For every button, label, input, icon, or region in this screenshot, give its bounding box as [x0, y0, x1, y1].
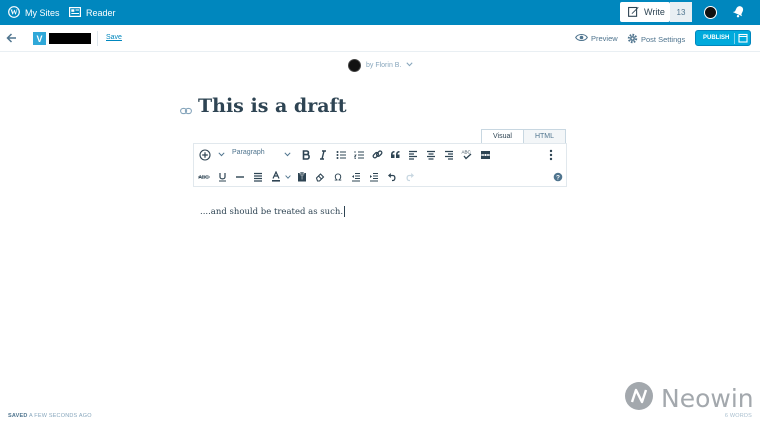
chevron-down-icon	[406, 62, 414, 69]
gear-icon	[627, 33, 638, 46]
reader-label: Reader	[86, 7, 116, 18]
write-label: Write	[644, 7, 665, 17]
svg-text:Ω: Ω	[334, 172, 341, 182]
publish-label: PUBLISH	[703, 35, 730, 41]
undo-icon[interactable]	[384, 169, 400, 184]
post-author-selector[interactable]: by Florin B.	[348, 59, 414, 72]
publish-button[interactable]: PUBLISH	[695, 30, 751, 46]
strikethrough-icon[interactable]: ABC	[196, 169, 212, 184]
underline-icon[interactable]	[214, 169, 230, 184]
preview-button[interactable]: Preview	[575, 33, 618, 44]
special-character-icon[interactable]: Ω	[330, 169, 346, 184]
post-content[interactable]: ....and should be treated as such.	[200, 206, 346, 217]
align-right-icon[interactable]	[441, 147, 457, 162]
my-sites-label: My Sites	[25, 7, 60, 18]
svg-text:ABC: ABC	[199, 175, 210, 181]
masterbar: W My Sites Reader Write 13	[0, 0, 760, 25]
site-name-redacted	[49, 33, 91, 44]
more-vertical-icon[interactable]	[543, 147, 559, 162]
saved-time: A FEW SECONDS AGO	[28, 413, 92, 419]
outdent-icon[interactable]	[348, 169, 364, 184]
svg-text:ABC: ABC	[462, 150, 472, 155]
neowin-wordmark: Neowin	[661, 384, 754, 413]
save-link[interactable]: Save	[106, 34, 122, 41]
pencil-icon	[628, 6, 639, 19]
eye-icon	[575, 33, 588, 44]
neowin-logo-icon	[624, 381, 654, 416]
justify-icon[interactable]	[250, 169, 266, 184]
italic-icon[interactable]	[315, 147, 331, 162]
calendar-icon[interactable]	[738, 33, 748, 45]
post-settings-label: Post Settings	[641, 35, 686, 44]
tab-html[interactable]: HTML	[523, 129, 566, 144]
post-body-text: ....and should be treated as such.	[200, 207, 344, 217]
text-cursor	[344, 206, 346, 217]
bullet-list-icon[interactable]	[333, 147, 349, 162]
divider	[97, 31, 98, 46]
back-arrow-icon[interactable]	[6, 31, 18, 50]
clear-formatting-icon[interactable]	[312, 169, 328, 184]
write-button[interactable]: Write	[620, 2, 670, 22]
author-label: by Florin B.	[366, 62, 402, 69]
add-media-icon[interactable]	[197, 147, 213, 162]
neowin-watermark: Neowin	[624, 381, 754, 416]
permalink-icon[interactable]	[180, 102, 192, 120]
toolbar-row-2: ABC T Ω ?	[194, 166, 568, 187]
tab-visual[interactable]: Visual	[481, 129, 524, 144]
svg-text:T: T	[300, 176, 303, 182]
post-settings-button[interactable]: Post Settings	[627, 33, 685, 46]
paste-as-text-icon[interactable]: T	[294, 169, 310, 184]
post-title[interactable]: This is a draft	[198, 95, 347, 117]
drafts-count-badge[interactable]: 13	[670, 2, 692, 22]
preview-label: Preview	[591, 34, 618, 43]
spellcheck-icon[interactable]: ABC	[459, 147, 475, 162]
redo-icon[interactable]	[402, 169, 418, 184]
svg-text:?: ?	[556, 174, 560, 181]
site-icon[interactable]: V	[33, 32, 46, 45]
align-center-icon[interactable]	[423, 147, 439, 162]
my-sites-link[interactable]: W My Sites	[8, 0, 60, 25]
reader-icon	[69, 6, 82, 19]
indent-icon[interactable]	[366, 169, 382, 184]
toolbar-row-1: Paragraph ABC	[194, 144, 568, 165]
wordpress-icon: W	[8, 5, 20, 20]
blockquote-icon[interactable]	[387, 147, 403, 162]
horizontal-line-icon[interactable]	[232, 169, 248, 184]
read-more-icon[interactable]	[477, 147, 493, 162]
svg-text:W: W	[10, 7, 18, 16]
link-icon[interactable]	[369, 147, 385, 162]
publish-separator	[734, 33, 735, 44]
saved-label: SAVED	[8, 413, 28, 419]
bold-icon[interactable]	[298, 147, 314, 162]
format-select-chevron-icon[interactable]	[279, 147, 295, 162]
chevron-down-icon[interactable]	[213, 147, 229, 162]
notifications-bell-icon[interactable]	[732, 5, 745, 20]
reader-link[interactable]: Reader	[69, 0, 116, 25]
numbered-list-icon[interactable]	[351, 147, 367, 162]
editor-toolbar: V Save Preview Post Settings PUBLISH	[0, 25, 760, 52]
align-left-icon[interactable]	[405, 147, 421, 162]
me-avatar[interactable]	[704, 6, 717, 19]
author-avatar	[348, 59, 361, 72]
editor-mode-tabs: Visual HTML	[481, 129, 566, 144]
format-select[interactable]: Paragraph	[232, 149, 265, 156]
save-status: SAVED A FEW SECONDS AGO	[8, 413, 92, 419]
formatting-toolbar: Paragraph ABC ABC T Ω ?	[193, 143, 567, 187]
help-icon[interactable]: ?	[550, 169, 566, 184]
